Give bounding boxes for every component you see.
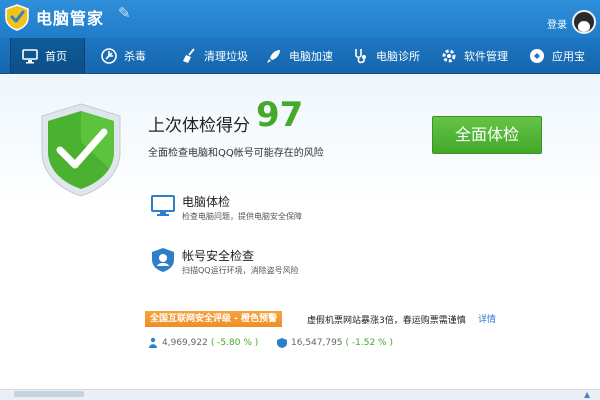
main-toolbar: 首页 杀毒 清理垃圾 电脑加速 电脑诊所 软件管理 应用宝	[0, 38, 600, 74]
tab-pc-clinic-label: 电脑诊所	[376, 50, 420, 63]
tab-speed-up[interactable]: 电脑加速	[265, 38, 345, 74]
app-title: 电脑管家	[36, 9, 105, 28]
person-stat-icon	[149, 337, 157, 348]
stat-value: 4,969,922	[162, 338, 208, 348]
tab-software-manager-label: 软件管理	[464, 50, 508, 63]
tab-antivirus-label: 杀毒	[124, 50, 146, 63]
stat-change: ( -1.52 % )	[345, 338, 393, 348]
monitor-icon	[151, 195, 175, 216]
app-logo-icon	[5, 4, 29, 31]
status-info-placeholder	[14, 391, 84, 397]
security-alert-badge[interactable]: 全国互联网安全评级 - 橙色预警	[145, 311, 283, 327]
stethoscope-icon	[355, 49, 366, 64]
main-panel: 上次体检得分 97 全面检查电脑和QQ帐号可能存在的风险 全面体检 电脑体检 检…	[0, 75, 600, 400]
tab-speed-up-label: 电脑加速	[289, 50, 333, 63]
stat-value: 16,547,795	[291, 338, 343, 348]
title-bar[interactable]: 电脑管家 ✎ 登录	[0, 0, 600, 38]
penguin-icon	[578, 21, 590, 32]
stat-item: 16,547,795 ( -1.52 % )	[276, 337, 393, 349]
score-description: 全面检查电脑和QQ帐号可能存在的风险	[148, 148, 324, 159]
tab-home-label: 首页	[45, 50, 67, 63]
alert-detail-link[interactable]: 详情	[478, 312, 496, 325]
avatar[interactable]	[572, 10, 596, 34]
app-window: 电脑管家 ✎ 登录 首页 杀毒 清理垃圾 电脑加速 电脑诊所 软件管理 应用宝 …	[0, 0, 600, 400]
stat-change: ( -5.80 % )	[210, 338, 259, 348]
antivirus-icon	[101, 48, 117, 64]
score-value: 97	[256, 95, 304, 135]
shield-check-icon	[41, 103, 121, 197]
account-check-description: 扫描QQ运行环境，消除盗号风险	[182, 266, 299, 275]
tab-pc-clinic[interactable]: 电脑诊所	[352, 38, 432, 74]
rocket-icon	[267, 50, 280, 63]
status-bar	[0, 389, 600, 400]
login-link[interactable]: 登录	[547, 16, 567, 31]
tab-clean-junk[interactable]: 清理垃圾	[172, 38, 262, 74]
tab-app-store-label: 应用宝	[552, 50, 585, 63]
security-alert-text[interactable]: 虚假机票网站暴涨3倍，春运购票需谨慎	[307, 313, 466, 326]
tab-clean-junk-label: 清理垃圾	[204, 50, 248, 63]
tab-software-manager[interactable]: 软件管理	[440, 38, 518, 74]
gear-icon	[442, 49, 456, 63]
pc-check-title: 电脑体检	[182, 195, 231, 209]
account-check-item[interactable]: 帐号安全检查 扫描QQ运行环境，消除盗号风险	[150, 247, 350, 279]
broom-icon	[183, 48, 195, 63]
score-label: 上次体检得分	[148, 116, 250, 136]
pen-icon: ✎	[118, 4, 131, 22]
shield-stat-icon	[277, 338, 287, 348]
account-shield-icon	[152, 248, 174, 272]
pc-check-description: 检查电脑问题，提供电脑安全保障	[182, 212, 302, 221]
tab-home[interactable]: 首页	[10, 38, 85, 74]
arrow-up-icon[interactable]: ▲	[584, 390, 590, 399]
stat-item: 4,969,922 ( -5.80 % )	[147, 337, 258, 349]
tab-antivirus[interactable]: 杀毒	[100, 38, 160, 74]
full-checkup-button[interactable]: 全面体检	[432, 116, 542, 154]
app-store-icon	[530, 49, 544, 63]
account-check-title: 帐号安全检查	[182, 249, 255, 263]
monitor-icon	[22, 49, 38, 64]
pc-check-item[interactable]: 电脑体检 检查电脑问题，提供电脑安全保障	[150, 193, 350, 225]
tab-app-store[interactable]: 应用宝	[528, 38, 594, 74]
